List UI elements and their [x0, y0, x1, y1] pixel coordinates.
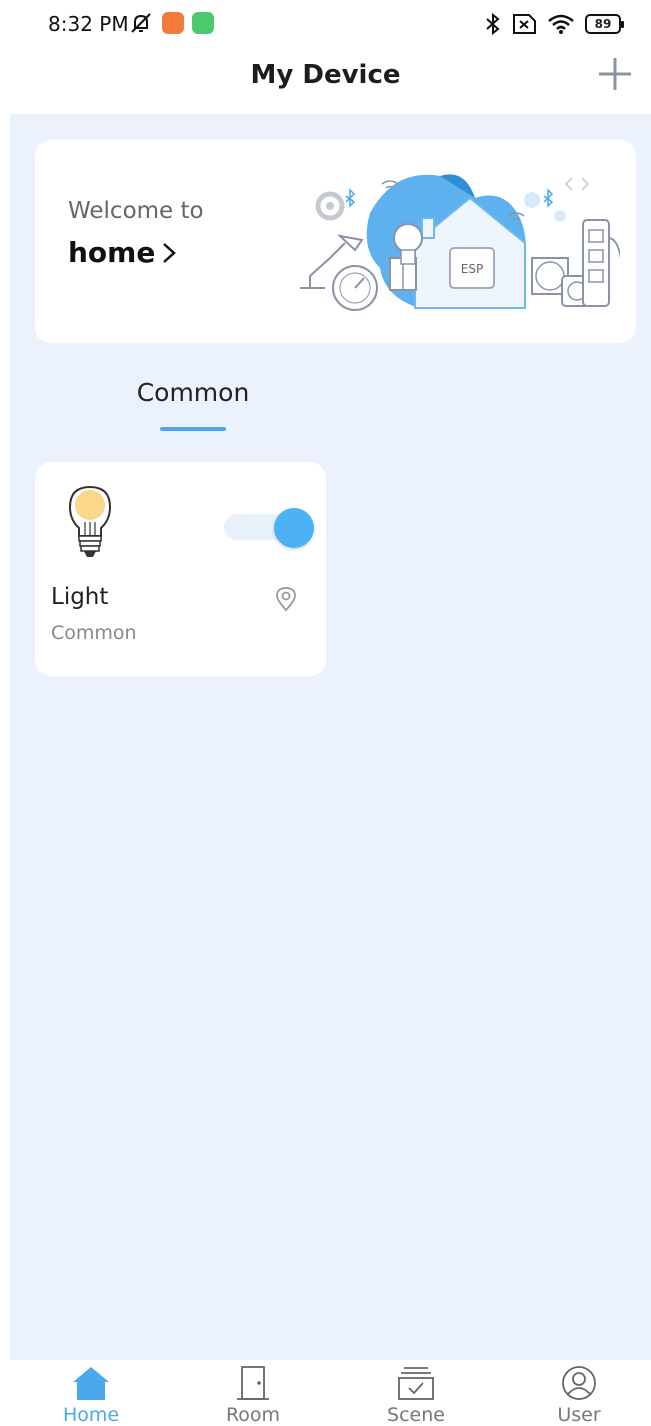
page-title: My Device [250, 60, 401, 90]
wifi-icon [548, 14, 574, 34]
tab-label: Common [136, 378, 250, 407]
status-icons-left [128, 11, 214, 35]
app-notification-icon [162, 12, 184, 34]
device-room: Common [51, 622, 137, 644]
toggle-knob [274, 508, 314, 548]
device-card-light[interactable]: Light Common [35, 462, 326, 676]
lightbulb-icon [68, 485, 112, 557]
tab-active-indicator [160, 427, 226, 431]
home-icon [73, 1367, 109, 1400]
nav-room-label: Room [225, 1404, 281, 1426]
nav-user[interactable]: User [529, 1364, 629, 1426]
status-bar: 8:32 PM 89 [0, 0, 651, 50]
nav-home-label: Home [62, 1404, 120, 1426]
esp-chip-label: ESP [461, 262, 483, 276]
welcome-card: Welcome to home ESP [35, 140, 636, 343]
location-pin-icon[interactable] [275, 586, 297, 612]
smart-home-illustration: ESP [300, 174, 620, 311]
user-icon [562, 1366, 596, 1400]
main-content: Welcome to home ESP Common Light Common [10, 114, 651, 1360]
mute-notifications-icon [131, 13, 151, 33]
status-icons-right: 89 [485, 12, 624, 36]
welcome-text: Welcome to [68, 198, 204, 224]
nav-scene-label: Scene [387, 1404, 445, 1426]
device-name: Light [51, 584, 109, 610]
nav-scene[interactable]: Scene [366, 1364, 466, 1426]
home-selector[interactable]: home [68, 236, 177, 269]
home-name: home [68, 236, 156, 269]
bottom-nav: Home Room Scene User [0, 1360, 651, 1426]
add-device-button[interactable] [595, 54, 635, 94]
status-time: 8:32 PM [48, 12, 129, 36]
chevron-right-icon [163, 242, 177, 263]
nav-user-label: User [557, 1404, 601, 1426]
battery-icon: 89 [585, 14, 624, 34]
nav-room[interactable]: Room [203, 1364, 303, 1426]
tab-common[interactable]: Common [128, 378, 258, 431]
door-icon [237, 1366, 269, 1400]
bluetooth-icon [486, 12, 500, 36]
no-sim-icon [513, 14, 536, 34]
header: My Device [0, 50, 651, 114]
scene-icon [398, 1367, 434, 1400]
device-power-toggle[interactable] [224, 504, 314, 548]
nav-home[interactable]: Home [41, 1364, 141, 1426]
android-notification-icon [192, 12, 214, 34]
